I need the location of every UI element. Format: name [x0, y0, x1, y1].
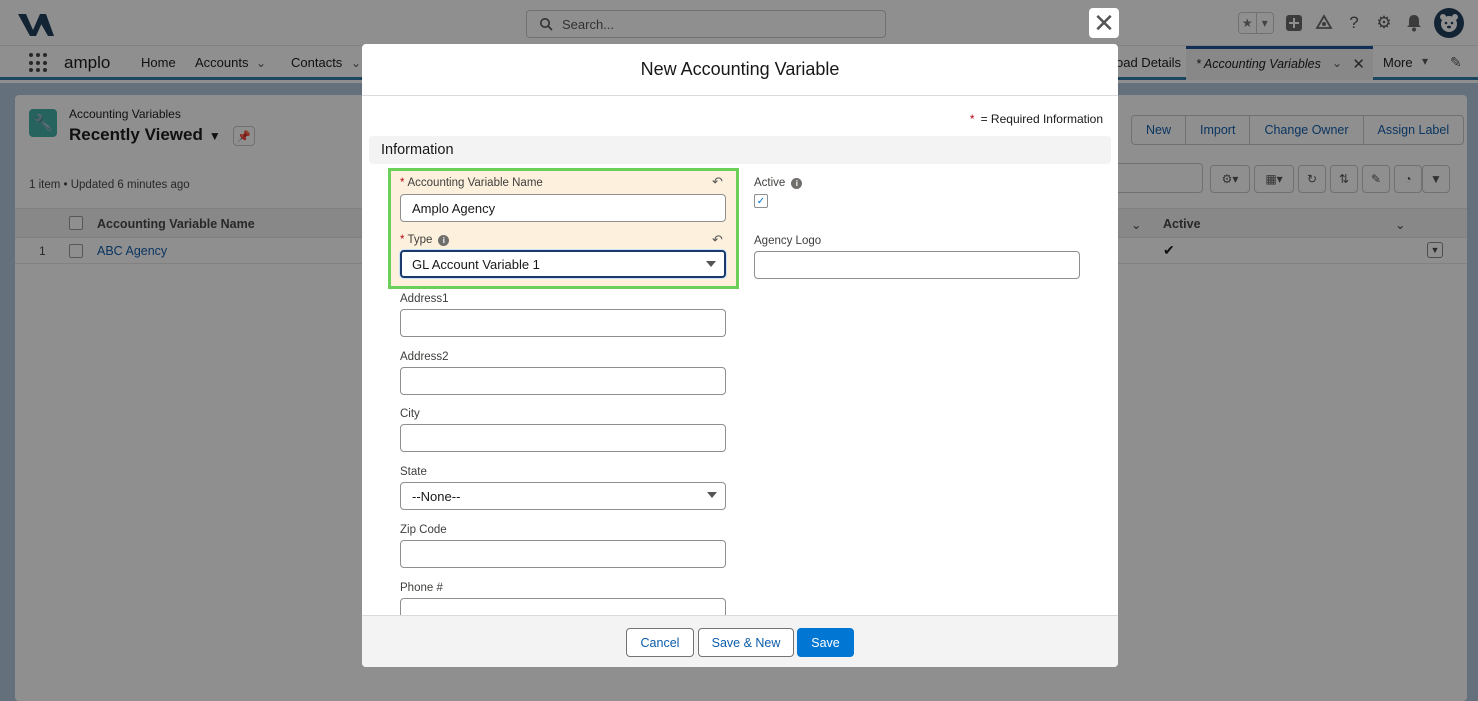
- save-button[interactable]: Save: [797, 628, 854, 657]
- new-record-modal: New Accounting Variable * = Required Info…: [362, 44, 1118, 667]
- save-and-new-button[interactable]: Save & New: [698, 628, 794, 657]
- phone-input[interactable]: [400, 598, 726, 615]
- city-label: City: [400, 408, 420, 420]
- type-select-value: GL Account Variable 1: [412, 257, 540, 272]
- caret-down-icon: [707, 492, 717, 498]
- agency-logo-input[interactable]: [754, 251, 1080, 279]
- active-label: Active i: [754, 177, 803, 189]
- info-icon: i: [791, 178, 803, 189]
- undo-icon[interactable]: ↶: [712, 174, 723, 190]
- modal-body: * = Required Information Information * Acc…: [362, 96, 1118, 615]
- name-label: * Accounting Variable Name: [400, 177, 543, 189]
- modal-title: New Accounting Variable: [640, 59, 840, 79]
- info-icon: i: [438, 235, 450, 246]
- close-icon: ✕: [1093, 7, 1115, 38]
- state-label: State: [400, 466, 427, 478]
- modal-footer: Cancel Save & New Save: [362, 615, 1118, 667]
- state-select[interactable]: --None--: [400, 482, 726, 510]
- address2-label: Address2: [400, 351, 449, 363]
- type-select[interactable]: GL Account Variable 1: [400, 250, 726, 278]
- phone-label: Phone #: [400, 582, 443, 594]
- modal-header: New Accounting Variable: [362, 44, 1118, 96]
- city-input[interactable]: [400, 424, 726, 452]
- section-title: Information: [381, 142, 454, 158]
- required-note: * = Required Information: [969, 112, 1103, 126]
- accounting-variable-name-input[interactable]: Amplo Agency: [400, 194, 726, 222]
- undo-icon[interactable]: ↶: [712, 232, 723, 248]
- close-modal-button[interactable]: ✕: [1089, 8, 1119, 38]
- zip-code-label: Zip Code: [400, 524, 447, 536]
- type-label: * Type i: [400, 234, 450, 246]
- address1-input[interactable]: [400, 309, 726, 337]
- agency-logo-label: Agency Logo: [754, 235, 822, 247]
- address2-input[interactable]: [400, 367, 726, 395]
- state-select-value: --None--: [412, 489, 461, 504]
- cancel-button[interactable]: Cancel: [626, 628, 694, 657]
- zip-code-input[interactable]: [400, 540, 726, 568]
- active-checkbox[interactable]: ✓: [754, 194, 768, 208]
- caret-down-icon: [706, 261, 716, 267]
- address1-label: Address1: [400, 293, 449, 305]
- section-information[interactable]: Information: [369, 136, 1111, 164]
